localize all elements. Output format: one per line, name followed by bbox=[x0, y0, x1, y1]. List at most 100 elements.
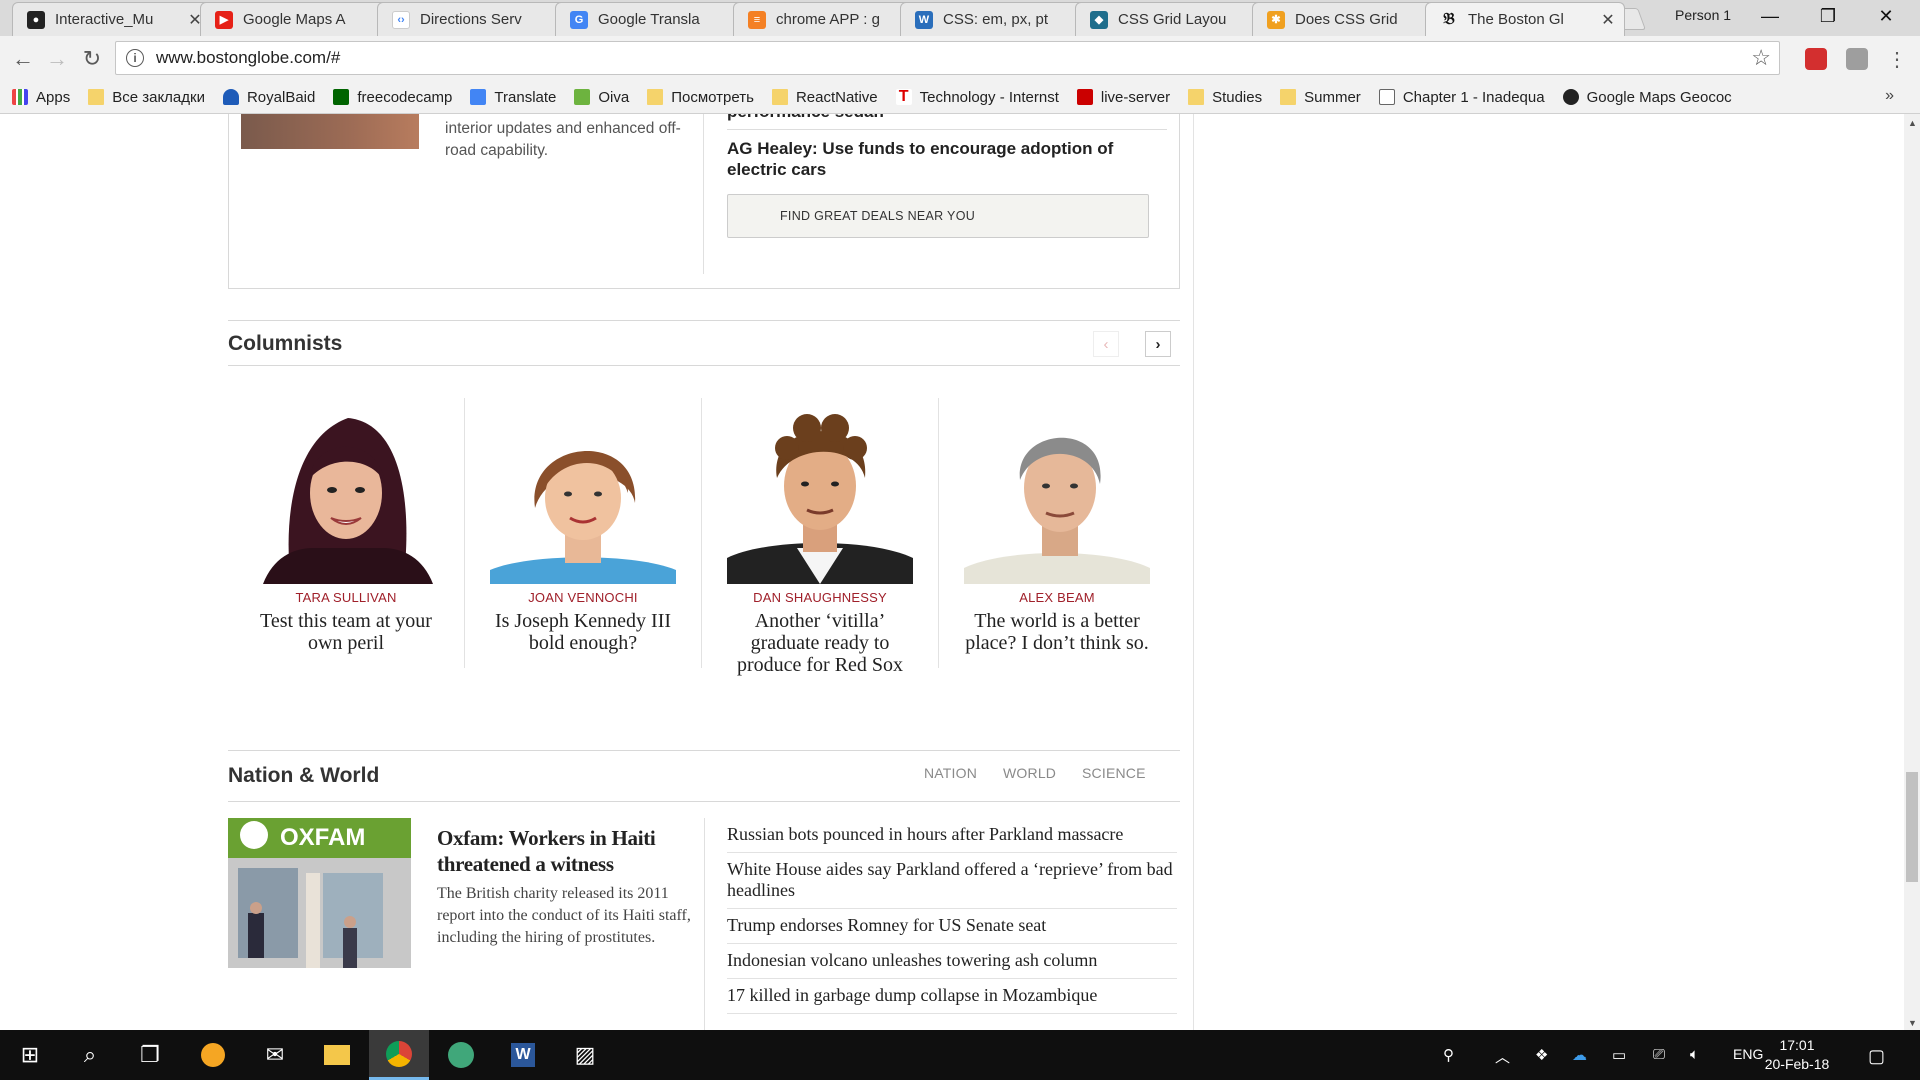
battery-icon[interactable]: ▭ bbox=[1612, 1046, 1626, 1064]
columnist-card[interactable]: JOAN VENNOCHI Is Joseph Kennedy III bold… bbox=[465, 398, 701, 654]
volume-icon[interactable]: 🔈︎ bbox=[1690, 1046, 1699, 1063]
restore-icon[interactable]: ❐ bbox=[1800, 0, 1856, 32]
onedrive-icon[interactable]: ☁ bbox=[1572, 1046, 1587, 1064]
columnist-headline[interactable]: Another ‘vitilla’ graduate ready to prod… bbox=[702, 610, 938, 676]
columnist-name[interactable]: JOAN VENNOCHI bbox=[465, 590, 701, 605]
ublock-extension-icon[interactable] bbox=[1805, 48, 1827, 70]
columnist-portrait[interactable] bbox=[727, 398, 913, 584]
close-window-icon[interactable]: ✕ bbox=[1858, 0, 1914, 32]
bookmark-watch[interactable]: Посмотреть bbox=[647, 89, 754, 106]
car-thumbnail[interactable] bbox=[241, 114, 419, 149]
file-explorer-icon[interactable] bbox=[307, 1030, 367, 1080]
oxfam-headline[interactable]: Oxfam: Workers in Haiti threatened a wit… bbox=[437, 825, 687, 877]
oxfam-story-image[interactable]: OXFAM bbox=[228, 818, 411, 968]
network-icon[interactable]: ⎚ bbox=[1653, 1046, 1665, 1063]
tab-does-css-grid[interactable]: ✱ Does CSS Grid ✕ bbox=[1252, 2, 1452, 36]
forward-icon[interactable]: → bbox=[42, 44, 72, 74]
windows-start-icon[interactable]: ⊞ bbox=[0, 1030, 60, 1080]
scroll-up-icon[interactable]: ▲ bbox=[1908, 118, 1917, 128]
info-icon[interactable]: i bbox=[126, 49, 144, 67]
bookmark-oiva[interactable]: Oiva bbox=[574, 89, 629, 106]
bookmark-live-server[interactable]: live-server bbox=[1076, 89, 1170, 106]
columnist-card[interactable]: DAN SHAUGHNESSY Another ‘vitilla’ gradua… bbox=[702, 398, 938, 676]
right-column-divider bbox=[1193, 114, 1194, 1030]
fl-studio-icon[interactable] bbox=[183, 1030, 243, 1080]
bookmark-label: Посмотреть bbox=[671, 88, 754, 106]
bookmark-all[interactable]: Все закладки bbox=[88, 89, 205, 106]
word-icon[interactable]: W bbox=[493, 1030, 553, 1080]
minimize-icon[interactable]: — bbox=[1742, 0, 1798, 32]
bookmark-summer[interactable]: Summer bbox=[1280, 89, 1361, 106]
columnist-headline[interactable]: The world is a better place? I don’t thi… bbox=[939, 610, 1175, 654]
headline-item[interactable]: White House aides say Parkland offered a… bbox=[727, 853, 1177, 909]
bookmark-technology[interactable]: T Technology - Internst bbox=[895, 89, 1059, 106]
tab-css-grid-layout[interactable]: ◆ CSS Grid Layou ✕ bbox=[1075, 2, 1275, 36]
tab-google-translate[interactable]: G Google Transla ✕ bbox=[555, 2, 755, 36]
tab-google-maps[interactable]: ▶ Google Maps A ✕ bbox=[200, 2, 400, 36]
search-icon[interactable]: ⌕ bbox=[60, 1030, 120, 1080]
mail-icon[interactable]: ✉ bbox=[245, 1030, 305, 1080]
dropbox-icon[interactable]: ❖ bbox=[1535, 1046, 1548, 1064]
headline-item[interactable]: Indonesian volcano unleashes towering as… bbox=[727, 944, 1177, 979]
auto-headline[interactable]: AG Healey: Use funds to encourage adopti… bbox=[727, 138, 1167, 180]
bookmark-translate[interactable]: Translate bbox=[470, 89, 556, 106]
back-icon[interactable]: ← bbox=[8, 44, 38, 74]
nav-nation-link[interactable]: NATION bbox=[924, 765, 977, 781]
columnist-card[interactable]: TARA SULLIVAN Test this team at your own… bbox=[228, 398, 464, 654]
address-bar[interactable]: i www.bostonglobe.com/# ☆ bbox=[115, 41, 1780, 75]
columnist-card[interactable]: ALEX BEAM The world is a better place? I… bbox=[939, 398, 1175, 654]
carousel-next-button[interactable]: › bbox=[1145, 331, 1171, 357]
task-view-icon[interactable]: ❐ bbox=[120, 1030, 180, 1080]
scrollbar-thumb[interactable] bbox=[1906, 772, 1918, 882]
bookmark-chapter-1[interactable]: Chapter 1 - Inadequa bbox=[1378, 89, 1545, 106]
carousel-prev-button[interactable]: ‹ bbox=[1093, 331, 1119, 357]
tab-interactive-mu[interactable]: ● Interactive_Mu ✕ bbox=[12, 2, 212, 36]
bookmark-apps[interactable]: Apps bbox=[12, 89, 70, 106]
language-indicator[interactable]: ENG bbox=[1733, 1046, 1763, 1062]
find-deals-button[interactable]: FIND GREAT DEALS NEAR YOU bbox=[727, 194, 1149, 238]
headline-item[interactable]: Russian bots pounced in hours after Park… bbox=[727, 824, 1177, 853]
more-bookmarks-chevron-icon[interactable]: » bbox=[1885, 87, 1894, 105]
columnist-portrait[interactable] bbox=[253, 398, 439, 584]
headline-item[interactable]: 17 killed in garbage dump collapse in Mo… bbox=[727, 979, 1177, 1014]
bookmark-google-maps-geocoder[interactable]: Google Maps Geococ bbox=[1562, 89, 1732, 106]
profile-button[interactable]: Person 1 bbox=[1675, 7, 1731, 23]
people-icon[interactable]: ⚲ bbox=[1443, 1046, 1454, 1064]
page-scrollbar[interactable]: ▲ ▼ bbox=[1904, 114, 1920, 1030]
columnist-portrait[interactable] bbox=[490, 398, 676, 584]
columnist-name[interactable]: DAN SHAUGHNESSY bbox=[702, 590, 938, 605]
tab-css-units[interactable]: W CSS: em, px, pt ✕ bbox=[900, 2, 1100, 36]
folder-icon bbox=[1188, 89, 1205, 105]
show-hidden-icons-icon[interactable]: ︿ bbox=[1495, 1046, 1510, 1067]
bookmark-royalbaid[interactable]: RoyalBaid bbox=[222, 89, 315, 106]
action-center-icon[interactable]: ▢ bbox=[1868, 1046, 1885, 1067]
nation-world-title[interactable]: Nation & World bbox=[228, 764, 379, 788]
scroll-down-icon[interactable]: ▼ bbox=[1908, 1018, 1917, 1028]
menu-icon[interactable]: ⋮ bbox=[1882, 44, 1912, 74]
tab-directions-service[interactable]: ‹› Directions Serv ✕ bbox=[377, 2, 577, 36]
url-text[interactable]: www.bostonglobe.com/# bbox=[156, 48, 1751, 68]
close-icon[interactable]: ✕ bbox=[1600, 10, 1616, 30]
bookmark-studies[interactable]: Studies bbox=[1188, 89, 1262, 106]
columnist-name[interactable]: ALEX BEAM bbox=[939, 590, 1175, 605]
columnists-title[interactable]: Columnists bbox=[228, 332, 342, 356]
columnist-headline[interactable]: Test this team at your own peril bbox=[228, 610, 464, 654]
atom-icon[interactable] bbox=[431, 1030, 491, 1080]
bookmark-star-icon[interactable]: ☆ bbox=[1751, 45, 1771, 71]
clock[interactable]: 17:01 20-Feb-18 bbox=[1762, 1036, 1832, 1074]
bookmark-reactnative[interactable]: ReactNative bbox=[771, 89, 878, 106]
columnist-name[interactable]: TARA SULLIVAN bbox=[228, 590, 464, 605]
chrome-icon[interactable] bbox=[369, 1030, 429, 1080]
photos-icon[interactable]: ▨ bbox=[555, 1030, 615, 1080]
columnist-headline[interactable]: Is Joseph Kennedy III bold enough? bbox=[465, 610, 701, 654]
auto-cutoff-headline[interactable]: performance sedan bbox=[727, 114, 884, 122]
extension-icon[interactable] bbox=[1846, 48, 1868, 70]
bookmark-freecodecamp[interactable]: freecodecamp bbox=[333, 89, 452, 106]
reload-icon[interactable]: ↻ bbox=[77, 44, 107, 74]
tab-boston-globe[interactable]: 𝔅 The Boston Gl ✕ bbox=[1425, 2, 1625, 36]
nav-science-link[interactable]: SCIENCE bbox=[1082, 765, 1146, 781]
windows-taskbar: ⊞ ⌕ ❐ ✉ W ▨ ⚲ ︿ ❖ ☁ ▭ ⎚ 🔈︎ ENG 17:01 20-… bbox=[0, 1030, 1920, 1080]
nav-world-link[interactable]: WORLD bbox=[1003, 765, 1056, 781]
headline-item[interactable]: Trump endorses Romney for US Senate seat bbox=[727, 909, 1177, 944]
columnist-portrait[interactable] bbox=[964, 398, 1150, 584]
